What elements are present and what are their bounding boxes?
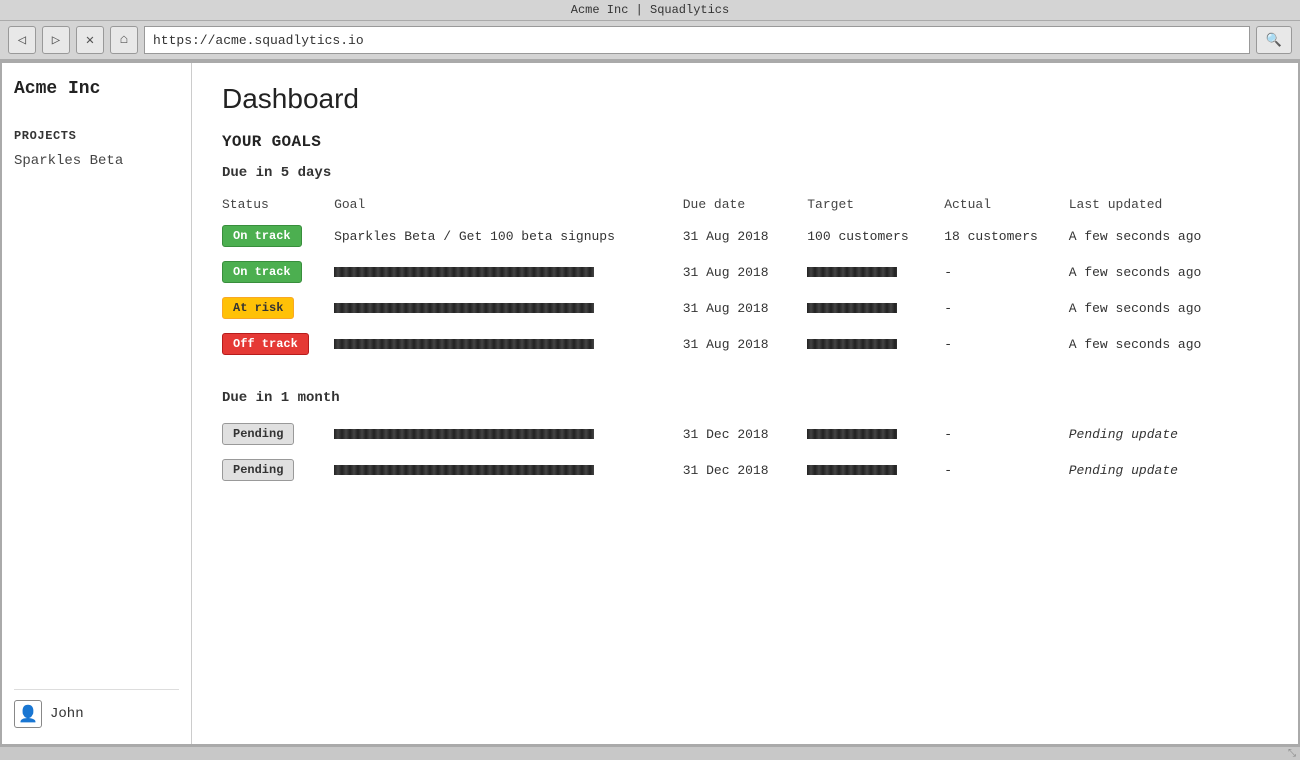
status-badge: On track [222,225,302,247]
status-badge: Off track [222,333,309,355]
close-button[interactable]: ✕ [76,26,104,54]
redacted-goal [334,267,594,277]
redacted-target [807,465,897,475]
due-label-5-days: Due in 5 days [222,165,1268,181]
goals-group-due-5-days: Due in 5 days Status Goal Due date Targe… [222,165,1268,362]
goal-cell[interactable]: Sparkles Beta / Get 100 beta signups [334,218,683,254]
status-badge: Pending [222,423,294,445]
status-badge: Pending [222,459,294,481]
redacted-goal [334,303,594,313]
main-content: Dashboard YOUR GOALS Due in 5 days Statu… [192,63,1298,744]
target-cell [807,452,944,488]
due-date-cell: 31 Aug 2018 [683,290,808,326]
browser-content: Acme Inc PROJECTS Sparkles Beta 👤 John D… [0,61,1300,746]
browser-title: Acme Inc | Squadlytics [571,3,729,17]
sidebar-item-sparkles-beta[interactable]: Sparkles Beta [14,151,179,171]
search-button[interactable]: 🔍 [1256,26,1292,54]
sidebar: Acme Inc PROJECTS Sparkles Beta 👤 John [2,63,192,744]
goals-table-1-month: Pending31 Dec 2018-Pending updatePending… [222,416,1268,488]
table-row[interactable]: Off track 31 Aug 2018 -A few seconds ago [222,326,1268,362]
address-bar[interactable] [144,26,1250,54]
status-badge: On track [222,261,302,283]
due-date-cell: 31 Aug 2018 [683,326,808,362]
redacted-goal [334,465,594,475]
user-avatar-icon: 👤 [14,700,42,728]
last-updated-cell: A few seconds ago [1069,254,1268,290]
target-cell: 100 customers [807,218,944,254]
last-updated-cell: Pending update [1069,416,1268,452]
browser-statusbar: ⤡ [0,746,1300,760]
table-row[interactable]: Pending 31 Dec 2018 -Pending update [222,416,1268,452]
goal-cell[interactable] [334,326,683,362]
redacted-target [807,303,897,313]
col-header-status: Status [222,191,334,218]
table-row[interactable]: On track 31 Aug 2018 -A few seconds ago [222,254,1268,290]
due-date-cell: 31 Dec 2018 [683,416,808,452]
goals-section-title: YOUR GOALS [222,133,1268,151]
actual-cell: - [944,290,1069,326]
col-header-last-updated: Last updated [1069,191,1268,218]
forward-button[interactable]: ▷ [42,26,70,54]
org-name[interactable]: Acme Inc [14,79,179,109]
user-name: John [50,706,84,722]
actual-cell: - [944,326,1069,362]
table-row[interactable]: Pending 31 Dec 2018 -Pending update [222,452,1268,488]
back-button[interactable]: ◁ [8,26,36,54]
table-row[interactable]: On track Sparkles Beta / Get 100 beta sig… [222,218,1268,254]
page-title: Dashboard [222,83,1268,115]
redacted-goal [334,339,594,349]
col-header-goal: Goal [334,191,683,218]
goals-table-5-days: Status Goal Due date Target Actual Last … [222,191,1268,362]
home-button[interactable]: ⌂ [110,26,138,54]
goal-cell[interactable] [334,254,683,290]
target-cell [807,326,944,362]
redacted-target [807,429,897,439]
actual-cell: - [944,416,1069,452]
redacted-goal [334,429,594,439]
table-row[interactable]: At risk 31 Aug 2018 -A few seconds ago [222,290,1268,326]
sidebar-footer: 👤 John [14,689,179,728]
goal-cell[interactable] [334,452,683,488]
due-date-cell: 31 Dec 2018 [683,452,808,488]
projects-section-label: PROJECTS [14,129,179,143]
last-updated-cell: A few seconds ago [1069,326,1268,362]
due-label-1-month: Due in 1 month [222,390,1268,406]
browser-titlebar: Acme Inc | Squadlytics [0,0,1300,21]
redacted-target [807,267,897,277]
col-header-target: Target [807,191,944,218]
target-cell [807,290,944,326]
resize-icon: ⤡ [1288,748,1296,760]
last-updated-cell: Pending update [1069,452,1268,488]
due-date-cell: 31 Aug 2018 [683,218,808,254]
actual-cell: - [944,452,1069,488]
col-header-due-date: Due date [683,191,808,218]
actual-cell: 18 customers [944,218,1069,254]
col-header-actual: Actual [944,191,1069,218]
target-cell [807,254,944,290]
goal-cell[interactable] [334,290,683,326]
last-updated-cell: A few seconds ago [1069,290,1268,326]
target-cell [807,416,944,452]
due-date-cell: 31 Aug 2018 [683,254,808,290]
goals-group-due-1-month: Due in 1 month Pending31 Dec 2018-Pendin… [222,390,1268,488]
actual-cell: - [944,254,1069,290]
browser-toolbar: ◁ ▷ ✕ ⌂ 🔍 [0,21,1300,61]
status-badge: At risk [222,297,294,319]
goal-cell[interactable] [334,416,683,452]
redacted-target [807,339,897,349]
last-updated-cell: A few seconds ago [1069,218,1268,254]
